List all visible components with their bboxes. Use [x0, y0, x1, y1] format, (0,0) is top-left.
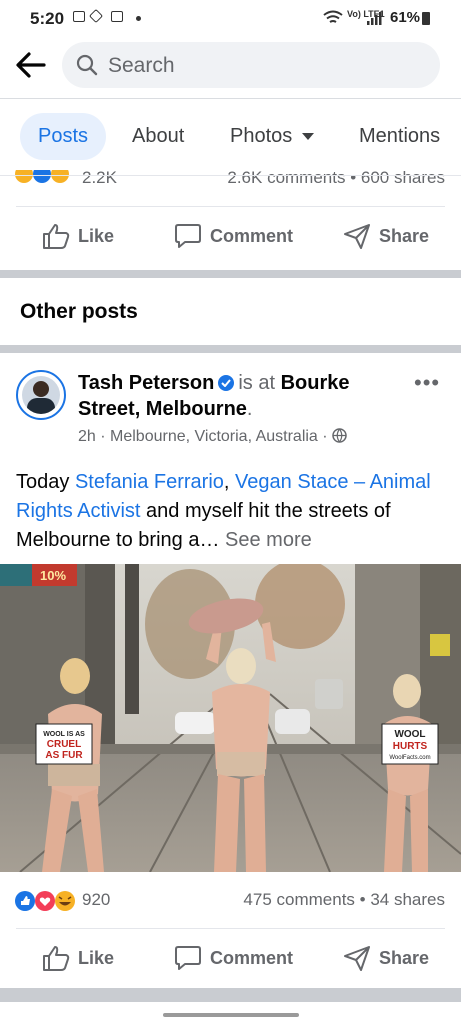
- post-time[interactable]: 2h: [78, 428, 96, 445]
- sign-right-line2: HURTS: [393, 741, 428, 752]
- more-icon[interactable]: •••: [414, 370, 440, 396]
- sign-right-line3: WoolFacts.com: [389, 755, 430, 761]
- more-notifications-icon: [136, 16, 141, 21]
- search-placeholder: Search: [108, 54, 175, 77]
- see-more-link[interactable]: See more: [225, 529, 312, 551]
- section-separator: [0, 988, 461, 1002]
- system-nav-bar: [0, 1004, 461, 1024]
- section-title: Other posts: [20, 300, 138, 323]
- share-icon: [344, 946, 370, 971]
- avatar[interactable]: [16, 370, 66, 420]
- battery-level: 61%: [390, 9, 421, 26]
- avatar-photo: [22, 376, 60, 414]
- header-divider: [0, 98, 461, 99]
- prev-comments-shares[interactable]: 2.6K comments • 600 shares: [227, 168, 445, 188]
- post-actions: Like Comment Share: [0, 930, 461, 986]
- calendar-icon: [111, 11, 123, 22]
- post-photo[interactable]: 10% WOOL IS AS CRUEL AS FUR WOOL HURTS W…: [0, 564, 461, 872]
- back-arrow-icon[interactable]: [14, 48, 48, 82]
- gallery-icon: [73, 11, 85, 22]
- notification-icon: [88, 8, 104, 24]
- tab-mentions[interactable]: Mentions: [359, 113, 440, 160]
- sign-right-line1: WOOL: [394, 729, 425, 740]
- reactions-icon[interactable]: [14, 889, 80, 913]
- share-label: Share: [379, 947, 430, 968]
- divider: [16, 928, 445, 929]
- comment-label: Comment: [210, 947, 294, 968]
- mention-stefania[interactable]: Stefania Ferrario: [75, 471, 224, 493]
- post-place[interactable]: Melbourne, Victoria, Australia: [110, 428, 318, 445]
- prev-post-stats: 2.2K 2.6K comments • 600 shares: [0, 166, 461, 188]
- comment-count[interactable]: 475 comments: [243, 890, 355, 909]
- reactions-icon: [15, 170, 69, 183]
- post-text-comma: ,: [223, 471, 236, 493]
- share-label: Share: [379, 225, 430, 246]
- share-count[interactable]: 34 shares: [370, 890, 445, 909]
- comment-icon: [175, 946, 201, 970]
- tab-photos[interactable]: Photos: [230, 113, 315, 160]
- tabs-divider: [0, 175, 461, 176]
- section-separator: [0, 270, 461, 278]
- home-gesture-bar[interactable]: [163, 1013, 299, 1017]
- store-sign-text: 10%: [40, 568, 66, 583]
- like-icon: [43, 224, 70, 249]
- verified-icon: [218, 375, 235, 391]
- sign-left-line3: AS FUR: [45, 750, 83, 761]
- comment-icon: [175, 224, 201, 248]
- post-text: Today Stefania Ferrario, Vegan Stace – A…: [16, 468, 448, 555]
- share-button[interactable]: Share: [343, 208, 429, 264]
- post-header: Tash Peterson is at Bourke Street, Melbou…: [78, 372, 350, 420]
- comment-button[interactable]: Comment: [174, 208, 293, 264]
- comments-shares[interactable]: 475 comments • 34 shares: [243, 890, 445, 910]
- share-icon: [344, 224, 370, 249]
- search-input[interactable]: Search: [62, 42, 440, 88]
- reaction-count[interactable]: 920: [82, 890, 110, 910]
- comment-button[interactable]: Comment: [174, 930, 293, 986]
- status-bar: 5:20 Vo) LTE1 61%: [0, 0, 461, 38]
- tab-posts[interactable]: Posts: [20, 113, 106, 160]
- battery-icon: [422, 12, 430, 25]
- like-button[interactable]: Like: [42, 208, 114, 264]
- tab-photos-label: Photos: [230, 125, 293, 147]
- like-label: Like: [78, 225, 115, 246]
- section-separator: [0, 345, 461, 353]
- chevron-down-icon: [302, 133, 315, 141]
- prev-post-actions: Like Comment Share: [0, 208, 461, 264]
- is-at-label: is at: [238, 372, 276, 394]
- sign-left-line2: CRUEL: [47, 739, 81, 750]
- signal-icon: [367, 12, 382, 25]
- author-name[interactable]: Tash Peterson: [78, 372, 214, 394]
- post-text-intro: Today: [16, 471, 75, 493]
- like-icon: [43, 946, 70, 971]
- post-meta: 2h · Melbourne, Victoria, Australia ·: [78, 428, 347, 446]
- wifi-icon: [323, 10, 343, 23]
- sign-left-line1: WOOL IS AS: [43, 731, 85, 738]
- like-label: Like: [78, 947, 115, 968]
- status-time: 5:20: [30, 9, 65, 28]
- prev-reaction-count[interactable]: 2.2K: [82, 168, 117, 188]
- comment-label: Comment: [210, 225, 294, 246]
- globe-icon: [332, 428, 347, 443]
- share-button[interactable]: Share: [343, 930, 429, 986]
- search-icon: [76, 54, 98, 76]
- like-button[interactable]: Like: [42, 930, 114, 986]
- divider: [16, 206, 445, 207]
- tab-about[interactable]: About: [132, 113, 184, 160]
